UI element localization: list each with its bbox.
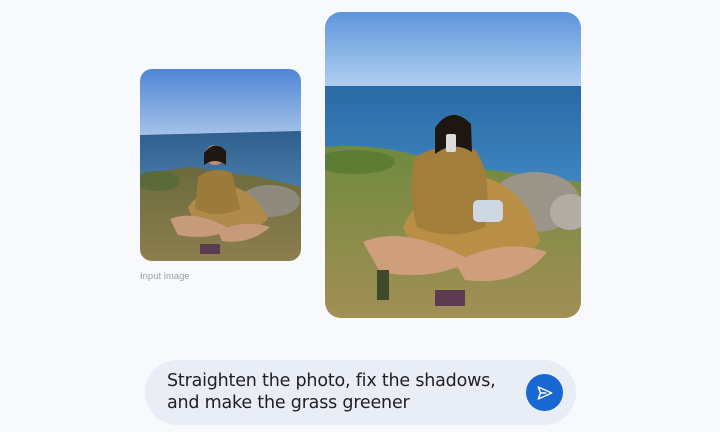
prompt-line-1: Straighten the photo, fix the shadows, [167, 371, 496, 391]
output-image [325, 12, 581, 318]
send-button[interactable] [526, 374, 563, 411]
prompt-bar[interactable]: Straighten the photo, fix the shadows, a… [145, 360, 576, 425]
prompt-text[interactable]: Straighten the photo, fix the shadows, a… [167, 370, 507, 414]
input-photo-graphic [140, 69, 301, 261]
prompt-line-2: and make the grass greener [167, 393, 410, 413]
send-icon [537, 385, 552, 400]
input-image-caption: Input image [140, 271, 190, 282]
input-image [140, 69, 301, 261]
output-photo-graphic [325, 12, 581, 318]
